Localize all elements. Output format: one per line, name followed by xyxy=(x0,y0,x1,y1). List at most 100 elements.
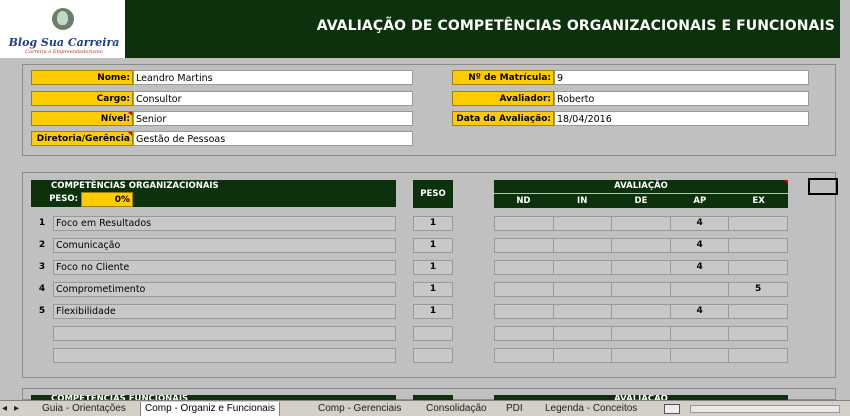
col-nd: ND xyxy=(516,196,531,206)
page-title: AVALIAÇÃO DE COMPETÊNCIAS ORGANIZACIONAI… xyxy=(316,18,835,34)
sheet-tab-bar: ◂ ▸ Guia - Orientações Comp - Organiz e … xyxy=(0,400,850,416)
col-ap: AP xyxy=(693,196,707,206)
score-columns-header: ND IN DE AP EX xyxy=(494,194,788,208)
score-cell[interactable] xyxy=(729,349,787,362)
score-cell[interactable] xyxy=(554,327,613,340)
score-cell[interactable] xyxy=(495,239,554,252)
score-cell[interactable] xyxy=(671,349,730,362)
competency-name-cell[interactable]: Foco no Cliente xyxy=(53,260,396,275)
score-cell[interactable] xyxy=(729,261,787,274)
peso-cell[interactable]: 1 xyxy=(413,304,453,319)
cargo-field[interactable]: Consultor xyxy=(133,91,413,106)
matricula-field[interactable]: 9 xyxy=(554,70,809,85)
competency-name-cell[interactable]: Foco em Resultados xyxy=(53,216,396,231)
avaliador-field[interactable]: Roberto xyxy=(554,91,809,106)
row-number: 4 xyxy=(38,284,46,294)
score-cell[interactable] xyxy=(729,217,787,230)
diretoria-field[interactable]: Gestão de Pessoas xyxy=(133,131,413,146)
score-row: 4 xyxy=(494,216,788,231)
peso-cell[interactable] xyxy=(413,348,453,363)
row-number xyxy=(35,326,49,341)
score-cell[interactable]: 4 xyxy=(671,305,730,318)
score-row: 5 xyxy=(494,282,788,297)
score-cell[interactable] xyxy=(612,239,671,252)
score-cell[interactable] xyxy=(729,305,787,318)
peso-cell[interactable]: 1 xyxy=(413,282,453,297)
score-cell[interactable] xyxy=(729,327,787,340)
org-section-title: COMPETÊNCIAS ORGANIZACIONAIS xyxy=(31,180,396,192)
score-cell[interactable] xyxy=(495,327,554,340)
score-cell[interactable] xyxy=(612,217,671,230)
tab-legenda[interactable]: Legenda - Conceitos xyxy=(545,402,637,416)
score-row xyxy=(494,348,788,363)
row-number: 2 xyxy=(38,240,46,250)
score-cell[interactable] xyxy=(554,305,613,318)
score-cell[interactable] xyxy=(729,239,787,252)
nome-field[interactable]: Leandro Martins xyxy=(133,70,413,85)
peso-cell[interactable]: 1 xyxy=(413,216,453,231)
score-cell[interactable] xyxy=(495,283,554,296)
competency-name-cell[interactable]: Flexibilidade xyxy=(53,304,396,319)
score-cell[interactable] xyxy=(612,305,671,318)
horizontal-scrollbar[interactable] xyxy=(690,405,840,413)
score-cell[interactable]: 5 xyxy=(729,283,787,296)
tab-comp-organiz[interactable]: Comp - Organiz e Funcionais xyxy=(140,402,281,416)
row-number: 3 xyxy=(38,262,46,272)
score-cell[interactable] xyxy=(495,349,554,362)
score-row: 4 xyxy=(494,304,788,319)
nome-label: Nome: xyxy=(31,70,133,85)
score-cell[interactable] xyxy=(554,261,613,274)
score-cell[interactable] xyxy=(612,261,671,274)
logo-subtext: Carreira e Empreendedorismo xyxy=(25,49,103,55)
col-ex: EX xyxy=(752,196,765,206)
peso-total-label: PESO: xyxy=(31,192,81,207)
peso-cell[interactable]: 1 xyxy=(413,238,453,253)
peso-cell[interactable] xyxy=(413,326,453,341)
score-row xyxy=(494,326,788,341)
competency-name-cell[interactable]: Comunicação xyxy=(53,238,396,253)
score-cell[interactable] xyxy=(554,283,613,296)
score-cell[interactable] xyxy=(671,327,730,340)
data-avaliacao-label: Data da Avaliação: xyxy=(452,111,554,126)
col-de: DE xyxy=(634,196,648,206)
score-row: 4 xyxy=(494,238,788,253)
score-cell[interactable]: 4 xyxy=(671,261,730,274)
competency-name-cell[interactable] xyxy=(53,348,396,363)
score-cell[interactable] xyxy=(554,217,613,230)
tab-guia[interactable]: Guia - Orientações xyxy=(42,402,126,416)
new-sheet-icon[interactable] xyxy=(664,404,680,414)
score-cell[interactable] xyxy=(671,283,730,296)
score-cell[interactable] xyxy=(495,261,554,274)
tab-scroll-left-icon[interactable]: ◂ xyxy=(2,402,7,416)
row-number: 5 xyxy=(38,306,46,316)
peso-cell[interactable]: 1 xyxy=(413,260,453,275)
score-cell[interactable]: 4 xyxy=(671,239,730,252)
tab-pdi[interactable]: PDI xyxy=(506,402,523,416)
peso-total-value: 0% xyxy=(81,192,133,207)
score-row: 4 xyxy=(494,260,788,275)
nivel-field[interactable]: Senior xyxy=(133,111,413,126)
cell-selection-cursor xyxy=(808,178,838,195)
score-cell[interactable] xyxy=(554,349,613,362)
score-cell[interactable] xyxy=(495,305,554,318)
score-cell[interactable] xyxy=(612,283,671,296)
cargo-label: Cargo: xyxy=(31,91,133,106)
score-cell[interactable] xyxy=(612,349,671,362)
row-number xyxy=(35,348,49,363)
competency-name-cell[interactable] xyxy=(53,326,396,341)
tab-consolidacao[interactable]: Consolidação xyxy=(426,402,487,416)
blog-logo: Blog Sua Carreira Carreira e Empreendedo… xyxy=(0,0,125,58)
tab-comp-gerenciais[interactable]: Comp - Gerenciais xyxy=(318,402,401,416)
matricula-label: Nº de Matrícula: xyxy=(452,70,554,85)
competency-name-cell[interactable]: Comprometimento xyxy=(53,282,396,297)
diretoria-label: Diretoria/Gerência xyxy=(31,131,133,146)
row-number: 1 xyxy=(38,218,46,228)
score-cell[interactable] xyxy=(495,217,554,230)
score-cell[interactable] xyxy=(612,327,671,340)
data-avaliacao-field[interactable]: 18/04/2016 xyxy=(554,111,809,126)
logo-text: Blog Sua Carreira xyxy=(8,36,120,49)
score-cell[interactable]: 4 xyxy=(671,217,730,230)
col-in: IN xyxy=(577,196,588,206)
tab-scroll-right-icon[interactable]: ▸ xyxy=(14,402,19,416)
score-cell[interactable] xyxy=(554,239,613,252)
